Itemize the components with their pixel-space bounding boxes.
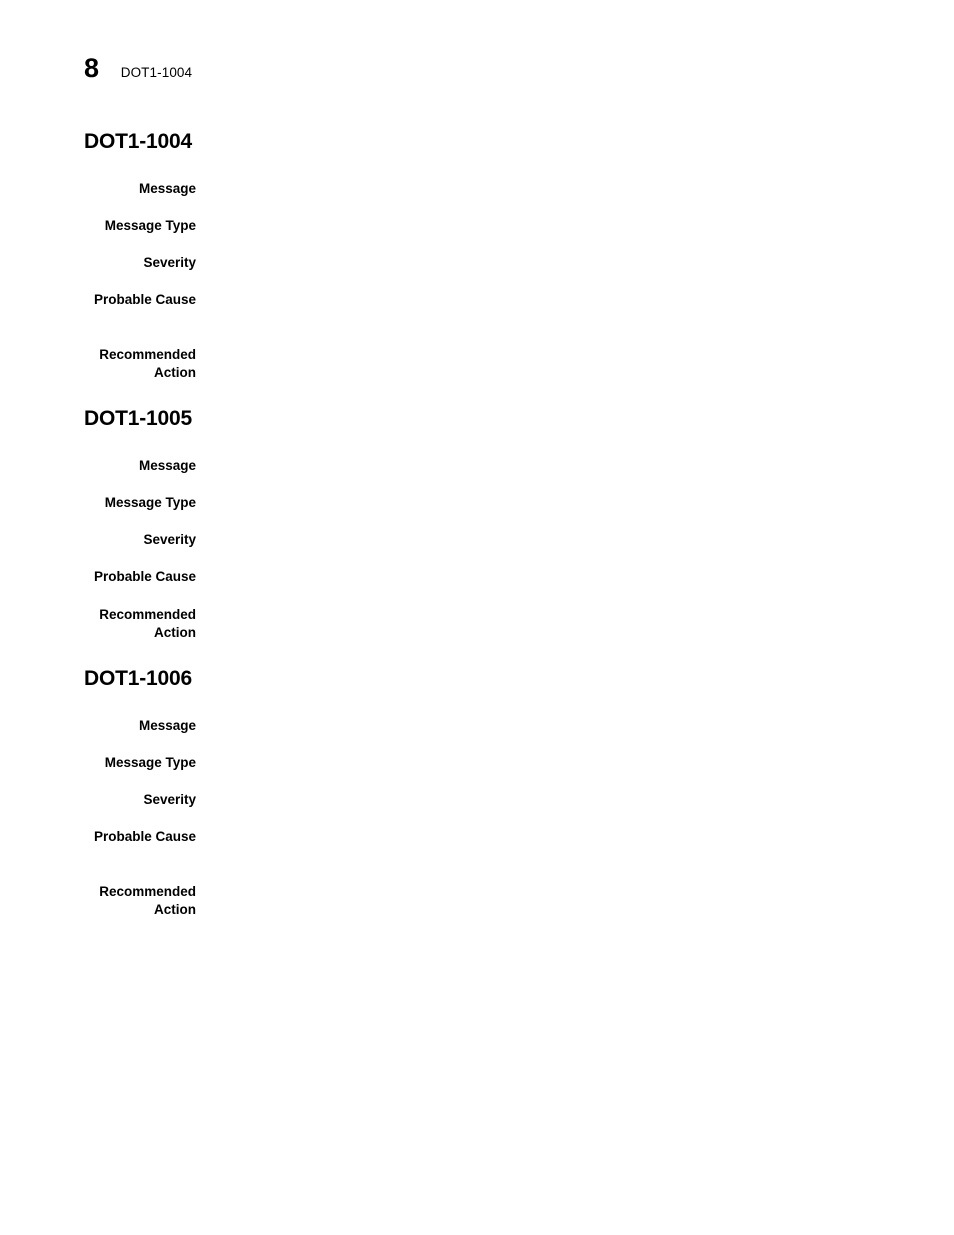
definition-value [196, 606, 884, 624]
definition-value [196, 754, 884, 772]
definition-value [196, 217, 884, 235]
definition-row: Recommended Action [84, 606, 884, 642]
running-header-title: DOT1-1004 [120, 65, 193, 80]
definition-label: Message [138, 718, 196, 733]
definition-label: Message Type [104, 495, 196, 510]
definition-value [196, 828, 884, 846]
page-number: 8 [84, 53, 99, 83]
definition-value [196, 717, 884, 735]
definition-label: Message Type [104, 218, 196, 233]
definition-row: Severity [84, 254, 884, 272]
definition-row: Severity [84, 791, 884, 809]
definition-label: Message Type [104, 755, 196, 770]
definition-row: Message [84, 180, 884, 198]
definition-label: Recommended Action [99, 347, 196, 380]
definition-label: Severity [143, 792, 196, 807]
definition-label: Recommended Action [99, 884, 196, 917]
definition-row: Recommended Action [84, 883, 884, 919]
definition-value [196, 457, 884, 475]
definition-label: Severity [143, 255, 196, 270]
section-heading: DOT1-1006 [84, 667, 192, 690]
definition-row: Message Type [84, 217, 884, 235]
definition-value [196, 291, 884, 309]
definition-value [196, 494, 884, 512]
definition-value [196, 531, 884, 549]
document-page: 8 DOT1-1004 DOT1-1004 Message Message Type… [0, 0, 954, 1235]
section-heading: DOT1-1004 [84, 130, 192, 153]
page-running-header: 8 DOT1-1004 [84, 55, 192, 82]
definition-row: Severity [84, 531, 884, 549]
definition-label: Message [138, 181, 196, 196]
definition-row: Probable Cause [84, 828, 884, 846]
definition-value [196, 791, 884, 809]
definition-label: Recommended Action [99, 607, 196, 640]
definition-row: Probable Cause [84, 568, 884, 586]
definition-row: Probable Cause [84, 291, 884, 309]
definition-row: Recommended Action [84, 346, 884, 382]
definition-label: Severity [143, 532, 196, 547]
definition-label: Probable Cause [93, 829, 196, 844]
definition-value [196, 883, 884, 901]
definition-row: Message [84, 717, 884, 735]
definition-value [196, 180, 884, 198]
definition-row: Message [84, 457, 884, 475]
definition-label: Probable Cause [93, 292, 196, 307]
definition-row: Message Type [84, 494, 884, 512]
section-heading: DOT1-1005 [84, 407, 192, 430]
definition-value [196, 254, 884, 272]
definition-label: Probable Cause [93, 569, 196, 584]
definition-value [196, 568, 884, 586]
definition-label: Message [138, 458, 196, 473]
definition-row: Message Type [84, 754, 884, 772]
definition-value [196, 346, 884, 364]
